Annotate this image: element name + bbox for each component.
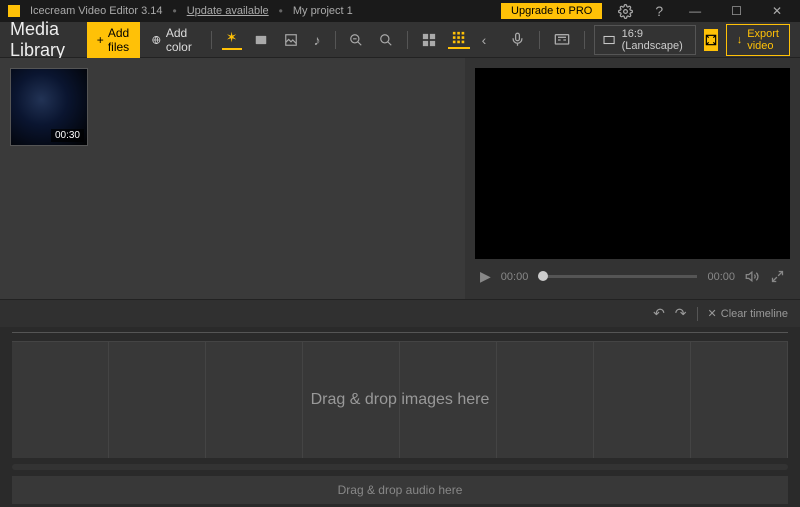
close-button[interactable]: ✕ <box>762 4 792 18</box>
timeline-scrollbar[interactable] <box>12 464 788 470</box>
zoom-in-icon[interactable] <box>375 33 397 47</box>
zoom-out-icon[interactable] <box>345 33 367 47</box>
preview-controls: ▶ 00:00 00:00 <box>475 259 790 289</box>
filter-all-icon[interactable]: ✶ <box>222 29 242 50</box>
app-name: Icecream Video Editor 3.14 <box>30 5 162 17</box>
app-icon <box>8 5 20 17</box>
project-name: My project 1 <box>293 5 353 17</box>
separator-dot: • <box>279 4 283 18</box>
view-grid-icon[interactable] <box>448 31 470 49</box>
aspect-ratio-selector[interactable]: 16:9 (Landscape) <box>594 25 695 55</box>
video-track[interactable]: Drag & drop images here <box>12 342 788 458</box>
redo-button[interactable]: ↷ <box>675 305 687 322</box>
globe-icon <box>152 33 161 47</box>
seek-bar[interactable] <box>538 275 697 278</box>
add-files-button[interactable]: + Add files <box>87 22 140 58</box>
timeline-header: ↶ ↷ ✕ Clear timeline <box>0 299 800 327</box>
volume-icon[interactable] <box>745 269 760 284</box>
close-icon: ✕ <box>708 307 717 320</box>
seek-handle[interactable] <box>538 271 548 281</box>
thumbnail-duration: 00:30 <box>51 129 84 142</box>
fullscreen-icon[interactable] <box>770 269 785 284</box>
clear-timeline-button[interactable]: ✕ Clear timeline <box>708 307 788 320</box>
play-button[interactable]: ▶ <box>480 268 491 285</box>
export-button[interactable]: ↓ Export video <box>726 24 790 56</box>
preview-video[interactable] <box>475 68 790 259</box>
undo-button[interactable]: ↶ <box>653 305 665 322</box>
minimize-button[interactable]: — <box>679 4 711 18</box>
help-icon[interactable]: ? <box>649 3 669 19</box>
filter-video-icon[interactable] <box>250 33 272 47</box>
export-label: Export video <box>747 28 779 52</box>
download-icon: ↓ <box>737 34 743 46</box>
toolbar: Media Library + Add files Add color ✶ ♪ … <box>0 22 800 58</box>
media-thumbnail[interactable]: 00:30 <box>10 68 88 146</box>
view-list-icon[interactable] <box>418 33 440 47</box>
add-color-button[interactable]: Add color <box>148 26 201 54</box>
media-library[interactable]: 00:30 <box>0 58 465 299</box>
maximize-button[interactable]: ☐ <box>721 4 752 18</box>
video-drop-hint: Drag & drop images here <box>311 391 490 409</box>
aspect-icon <box>603 34 615 46</box>
filter-audio-icon[interactable]: ♪ <box>310 32 325 48</box>
media-library-title: Media Library <box>10 19 74 61</box>
mic-icon[interactable] <box>506 32 529 47</box>
export-settings-button[interactable] <box>704 29 718 51</box>
plus-icon: + <box>97 33 104 47</box>
clear-timeline-label: Clear timeline <box>721 308 788 320</box>
current-time: 00:00 <box>501 271 529 283</box>
titlebar: Icecream Video Editor 3.14 • Update avai… <box>0 0 800 22</box>
upgrade-button[interactable]: Upgrade to PRO <box>501 3 602 19</box>
subtitles-icon[interactable] <box>550 33 574 47</box>
collapse-icon[interactable]: ‹ <box>478 32 491 48</box>
main-area: 00:30 ▶ 00:00 00:00 <box>0 58 800 299</box>
audio-track[interactable]: Drag & drop audio here <box>12 476 788 504</box>
filter-image-icon[interactable] <box>280 33 302 47</box>
audio-drop-hint: Drag & drop audio here <box>338 483 463 497</box>
settings-icon[interactable] <box>612 4 639 19</box>
add-color-label: Add color <box>166 26 197 54</box>
add-files-label: Add files <box>108 26 130 54</box>
preview-panel: ▶ 00:00 00:00 <box>465 58 800 299</box>
timeline-ruler[interactable] <box>12 332 788 342</box>
update-link[interactable]: Update available <box>187 5 269 17</box>
separator-dot: • <box>172 4 176 18</box>
aspect-label: 16:9 (Landscape) <box>622 28 687 52</box>
total-time: 00:00 <box>707 271 735 283</box>
